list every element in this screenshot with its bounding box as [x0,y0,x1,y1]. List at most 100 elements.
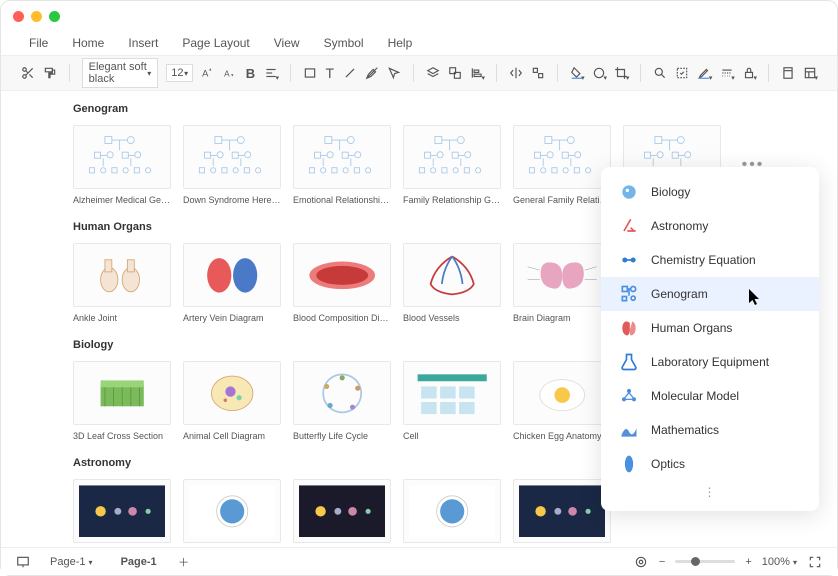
titlebar [1,1,837,31]
template-card[interactable]: Alzheimer Medical Genogram [73,125,171,205]
category-item-chemistry-equation[interactable]: Chemistry Equation [601,243,819,277]
svg-text:A: A [224,70,230,79]
category-dropdown: Biology AstronomyChemistry EquationGenogr… [601,167,819,511]
menu-symbol[interactable]: Symbol [324,36,364,50]
template-card[interactable]: Brain Diagram [513,243,611,323]
template-card[interactable]: Emotional Relationship Gen... [293,125,391,205]
menu-insert[interactable]: Insert [128,36,158,50]
template-card[interactable]: 3D Leaf Cross Section [73,361,171,441]
template-card[interactable] [513,479,611,543]
zoom-level[interactable]: 100% ▾ [762,556,797,568]
font-decrease-icon[interactable]: A▾ [223,65,237,81]
template-card[interactable]: Animal Cell Diagram [183,361,281,441]
category-item-molecular-model[interactable]: Molecular Model [601,379,819,413]
fullscreen-icon[interactable] [807,554,823,570]
zoom-in-icon[interactable]: + [745,556,751,568]
template-thumbnail [513,125,611,189]
layers-icon[interactable] [426,65,440,81]
template-card[interactable]: General Family Relationships ... [513,125,611,205]
page-tab[interactable]: Page-1 [112,553,166,571]
line-style-icon[interactable] [719,65,733,81]
highlight-icon[interactable] [697,65,711,81]
toolbar: Elegant soft black▾ 12▾ A▴ A▾ B T [1,55,837,91]
category-item-optics[interactable]: Optics [601,447,819,481]
cut-icon[interactable] [21,65,35,81]
template-card[interactable]: Ankle Joint [73,243,171,323]
category-item-genogram[interactable]: Genogram [601,277,819,311]
category-icon [619,386,639,406]
font-select[interactable]: Elegant soft black▾ [82,58,159,88]
menu-home[interactable]: Home [72,36,104,50]
fill-color-icon[interactable] [569,65,583,81]
category-item-human-organs[interactable]: Human Organs [601,311,819,345]
shape-style-icon[interactable] [592,65,606,81]
template-thumbnail [403,479,501,543]
template-card[interactable]: Family Relationship Genogra... [403,125,501,205]
menu-page-layout[interactable]: Page Layout [182,36,249,50]
template-label: Chicken Egg Anatomy [513,431,611,441]
template-thumbnail [73,243,171,307]
page-icon[interactable] [781,65,795,81]
target-icon[interactable] [633,554,649,570]
template-card[interactable]: Cell [403,361,501,441]
layout-icon[interactable] [803,65,817,81]
zoom-slider[interactable] [675,560,735,563]
search-icon[interactable] [653,65,667,81]
pointer-tool-icon[interactable] [387,65,401,81]
template-thumbnail [403,361,501,425]
cursor-icon [749,289,763,307]
flip-horizontal-icon[interactable] [509,65,523,81]
dropdown-more-icon[interactable]: ⋮ [601,481,819,503]
font-increase-icon[interactable]: A▴ [201,65,215,81]
rectangle-tool-icon[interactable] [303,65,317,81]
category-item-laboratory-equipment[interactable]: Laboratory Equipment [601,345,819,379]
close-button[interactable] [13,11,24,22]
add-page-icon[interactable]: ＋ [176,554,192,570]
template-card[interactable]: Blood Composition Diagram [293,243,391,323]
text-tool-icon[interactable]: T [325,65,335,81]
same-size-icon[interactable] [531,65,545,81]
menu-help[interactable]: Help [388,36,413,50]
maximize-button[interactable] [49,11,60,22]
crop-icon[interactable] [614,65,628,81]
template-card[interactable] [293,479,391,543]
bold-icon[interactable]: B [245,65,255,81]
template-card[interactable]: Down Syndrome Hereditary ... [183,125,281,205]
align-objects-icon[interactable] [470,65,484,81]
template-card[interactable]: Artery Vein Diagram [183,243,281,323]
menu-view[interactable]: View [274,36,300,50]
group-icon[interactable] [448,65,462,81]
template-card[interactable] [183,479,281,543]
pen-tool-icon[interactable] [365,65,379,81]
category-item-astronomy[interactable]: Astronomy [601,209,819,243]
template-card[interactable]: Blood Vessels [403,243,501,323]
template-thumbnail [183,361,281,425]
page-selector[interactable]: Page-1 ▾ [41,553,102,571]
minimize-button[interactable] [31,11,42,22]
font-size-select[interactable]: 12▾ [166,64,193,82]
format-painter-icon[interactable] [43,65,57,81]
template-thumbnail [293,243,391,307]
line-tool-icon[interactable] [343,65,357,81]
lock-icon[interactable] [742,65,756,81]
template-thumbnail [513,479,611,543]
template-thumbnail [293,361,391,425]
template-card[interactable] [403,479,501,543]
template-thumbnail [513,243,611,307]
presentation-icon[interactable] [15,554,31,570]
category-item-mathematics[interactable]: Mathematics [601,413,819,447]
template-card[interactable]: Butterfly Life Cycle [293,361,391,441]
category-item-biology[interactable]: Biology [601,175,819,209]
template-label: Cell [403,431,501,441]
zoom-out-icon[interactable]: − [659,556,665,568]
category-icon [619,182,639,202]
select-all-icon[interactable] [675,65,689,81]
template-card[interactable]: Chicken Egg Anatomy [513,361,611,441]
category-label: Biology [651,185,690,199]
category-icon [619,284,639,304]
template-label: Family Relationship Genogra... [403,195,501,205]
menu-file[interactable]: File [29,36,48,50]
template-label: Animal Cell Diagram [183,431,281,441]
template-card[interactable] [73,479,171,543]
align-icon[interactable] [264,65,278,81]
